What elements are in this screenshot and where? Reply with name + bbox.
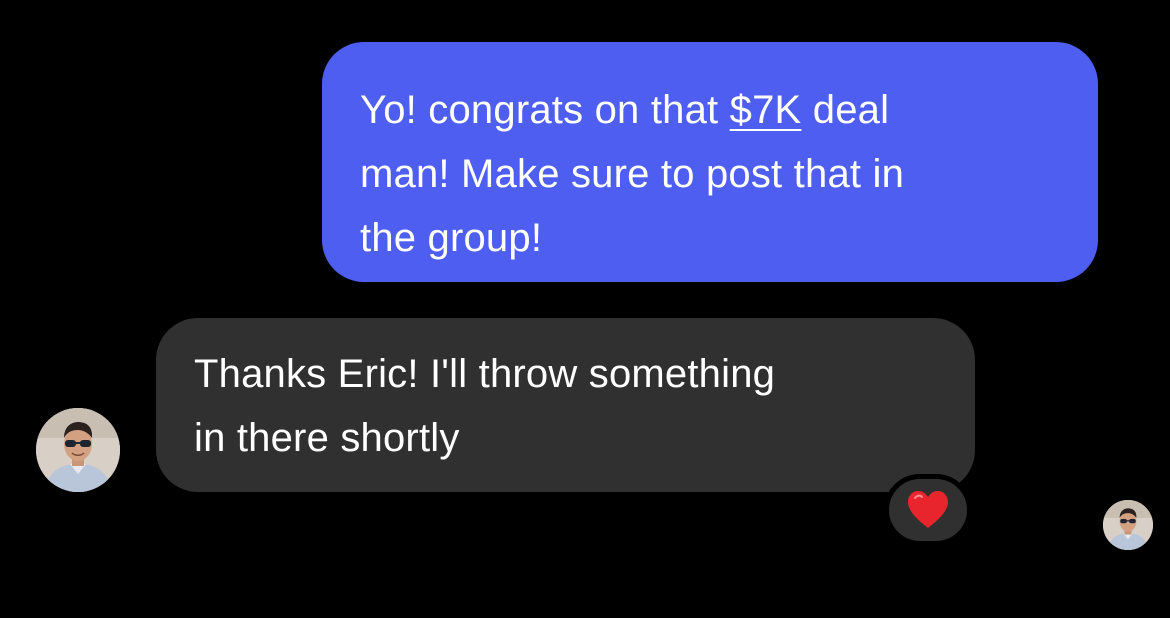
sent-message-line-3: the group!: [360, 216, 543, 260]
sent-message-text: Yo! congrats on that: [360, 88, 730, 132]
sent-message-line-1: Yo! congrats on that $7K deal: [360, 78, 1068, 142]
person-avatar-icon: [36, 408, 120, 492]
received-message-bubble[interactable]: Thanks Eric! I'll throw something in the…: [156, 318, 975, 492]
sent-message-text: deal: [801, 88, 890, 132]
sent-message-line-2: man! Make sure to post that in: [360, 152, 905, 196]
sent-message-bubble[interactable]: Yo! congrats on that $7K deal man! Make …: [322, 42, 1098, 282]
red-heart-icon: [908, 491, 948, 528]
amount-link[interactable]: $7K: [730, 88, 802, 132]
sender-avatar[interactable]: [36, 408, 120, 492]
received-message-line-1: Thanks Eric! I'll throw something: [194, 352, 776, 396]
person-avatar-icon: [1103, 500, 1153, 550]
read-receipt-avatar: [1103, 500, 1153, 550]
received-message-line-2: in there shortly: [194, 416, 460, 460]
reaction-badge[interactable]: [884, 474, 972, 546]
